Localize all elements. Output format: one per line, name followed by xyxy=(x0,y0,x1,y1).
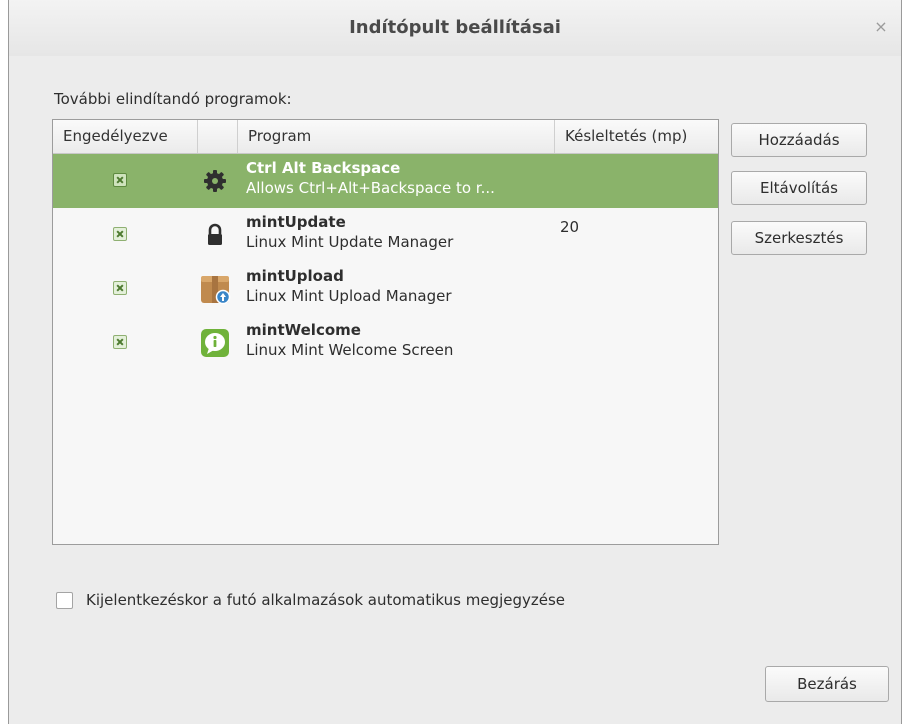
startup-programs-table: Engedélyezve Program Késleltetés (mp) Ct… xyxy=(52,119,719,545)
program-description: Allows Ctrl+Alt+Backspace to r... xyxy=(246,179,495,197)
column-header-enabled[interactable]: Engedélyezve xyxy=(53,120,198,153)
autosave-label[interactable]: Kijelentkezéskor a futó alkalmazások aut… xyxy=(86,591,565,609)
table-header: Engedélyezve Program Késleltetés (mp) xyxy=(53,120,718,154)
program-description: Linux Mint Upload Manager xyxy=(246,287,452,305)
close-icon[interactable]: × xyxy=(871,16,891,38)
program-name: mintUpdate xyxy=(246,213,346,231)
window-title: Indítópult beállításai xyxy=(349,17,561,38)
column-header-program[interactable]: Program xyxy=(238,120,555,153)
remove-button[interactable]: Eltávolítás xyxy=(731,171,867,205)
startup-preferences-window: Indítópult beállításai × További elindít… xyxy=(8,0,902,724)
table-row[interactable]: mintWelcome Linux Mint Welcome Screen xyxy=(53,316,718,370)
program-delay: 20 xyxy=(560,218,580,236)
enabled-checkbox[interactable] xyxy=(113,227,127,241)
program-name: Ctrl Alt Backspace xyxy=(246,159,401,177)
enabled-checkbox[interactable] xyxy=(113,335,127,349)
edit-button[interactable]: Szerkesztés xyxy=(731,221,867,255)
enabled-checkbox[interactable] xyxy=(113,281,127,295)
autosave-checkbox[interactable] xyxy=(56,592,73,609)
enabled-checkbox[interactable] xyxy=(113,173,127,187)
program-name: mintUpload xyxy=(246,267,344,285)
gear-icon xyxy=(204,170,226,192)
program-description: Linux Mint Update Manager xyxy=(246,233,454,251)
column-header-delay[interactable]: Késleltetés (mp) xyxy=(555,120,718,153)
column-header-icon[interactable] xyxy=(198,120,238,153)
table-row[interactable]: Ctrl Alt Backspace Allows Ctrl+Alt+Backs… xyxy=(53,154,718,208)
section-label: További elindítandó programok: xyxy=(54,90,292,108)
lock-icon xyxy=(208,223,222,245)
add-button[interactable]: Hozzáadás xyxy=(731,123,867,157)
program-name: mintWelcome xyxy=(246,321,361,339)
program-description: Linux Mint Welcome Screen xyxy=(246,341,454,359)
close-button[interactable]: Bezárás xyxy=(765,666,889,702)
title-bar[interactable]: Indítópult beállításai × xyxy=(9,0,901,56)
upload-package-icon xyxy=(201,276,231,305)
info-chat-icon xyxy=(201,329,229,357)
table-row[interactable]: mintUpdate Linux Mint Update Manager 20 xyxy=(53,208,718,262)
table-row[interactable]: mintUpload Linux Mint Upload Manager xyxy=(53,262,718,316)
